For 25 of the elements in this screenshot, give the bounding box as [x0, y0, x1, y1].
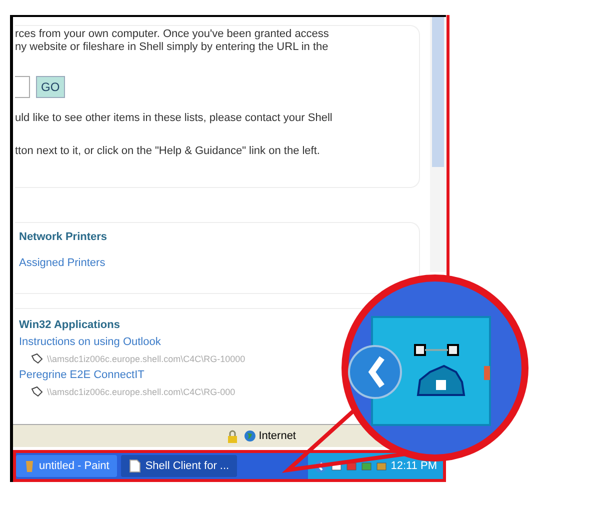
chevron-icon[interactable]	[314, 460, 327, 472]
section-title: Win32 Applications	[19, 319, 121, 331]
info-text: uld like to see other items in these lists, please contact your Shell	[15, 112, 334, 125]
taskbar-button[interactable]: untitled - Paint	[16, 455, 118, 477]
path-text: \\amsdc1iz006c.europe.shell.com\C4C\RG-000	[47, 386, 236, 396]
clock: 12:11 PM	[390, 460, 437, 472]
paint-icon	[24, 460, 35, 472]
section-title: Network Printers	[19, 231, 108, 243]
hand-icon	[31, 386, 43, 397]
url-field[interactable]	[15, 76, 30, 98]
item-link[interactable]: Assigned Printers	[19, 257, 106, 269]
info-text: rces from your own computer. Once you've been granted access	[15, 28, 330, 41]
info-text: ny website or fileshare in Shell simply by entering the URL in the	[15, 41, 330, 54]
info-text: tton next to it, or click on the "Help & Guidance" link on the left.	[15, 145, 321, 158]
item-link[interactable]: Instructions on using Outlook	[19, 336, 161, 348]
zone-label: Internet	[258, 430, 296, 442]
document-icon	[129, 459, 142, 473]
lock-icon	[226, 430, 238, 442]
item-link[interactable]: Peregrine E2E ConnectIT	[19, 369, 144, 381]
globe-icon	[244, 430, 256, 442]
go-button[interactable]: GO	[36, 76, 65, 98]
path-text: \\amsdc1iz006c.europe.shell.com\C4C\RG-10000	[47, 354, 246, 364]
hand-icon	[31, 353, 43, 364]
scrollbar[interactable]	[430, 17, 446, 272]
taskbar-button[interactable]: Shell Client for ...	[121, 455, 238, 477]
